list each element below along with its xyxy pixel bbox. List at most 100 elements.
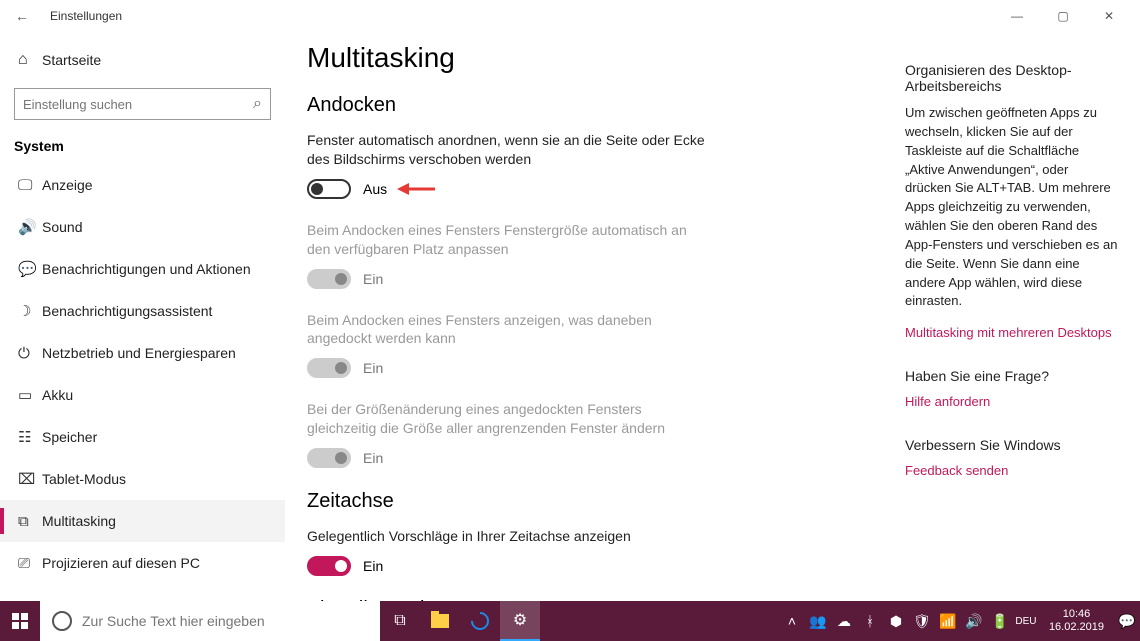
- snap-setting-2-label: Beim Andocken eines Fensters Fenstergröß…: [307, 221, 707, 259]
- sidebar-item-5-icon: ▭: [18, 386, 42, 404]
- defender-icon[interactable]: 🛡: [909, 601, 935, 641]
- help-column: Organisieren des Desktop-Arbeitsbereichs…: [905, 32, 1140, 601]
- sidebar-item-7[interactable]: ⌧Tablet-Modus: [0, 458, 285, 500]
- home-label: Startseite: [42, 52, 101, 68]
- sidebar-item-0[interactable]: 🖵Anzeige: [0, 164, 285, 206]
- dropbox-icon[interactable]: ⬢: [883, 601, 909, 641]
- sidebar-item-6[interactable]: ☷Speicher: [0, 416, 285, 458]
- sidebar-item-1[interactable]: 🔊Sound: [0, 206, 285, 248]
- snap-heading: Andocken: [307, 94, 885, 117]
- action-center-icon[interactable]: 💬: [1114, 601, 1140, 641]
- snap-toggle-4: [307, 448, 351, 468]
- sidebar-item-8[interactable]: ⧉Multitasking: [0, 500, 285, 542]
- multitasking-link[interactable]: Multitasking mit mehreren Desktops: [905, 325, 1118, 340]
- volume-icon[interactable]: 🔊: [961, 601, 987, 641]
- sidebar-item-7-label: Tablet-Modus: [42, 471, 126, 487]
- snap-toggle-2: [307, 269, 351, 289]
- sidebar-item-2[interactable]: 💬Benachrichtigungen und Aktionen: [0, 248, 285, 290]
- battery-icon[interactable]: 🔋: [987, 601, 1013, 641]
- organize-heading: Organisieren des Desktop-Arbeitsbereichs: [905, 62, 1118, 94]
- timeline-setting-1-label: Gelegentlich Vorschläge in Ihrer Zeitach…: [307, 527, 707, 546]
- organize-block: Organisieren des Desktop-Arbeitsbereichs…: [905, 62, 1118, 340]
- sidebar-group: System: [0, 130, 285, 164]
- titlebar: ← Einstellungen — ▢ ✕: [0, 0, 1140, 32]
- cortana-icon: [52, 611, 72, 631]
- snap-setting-3: Beim Andocken eines Fensters anzeigen, w…: [307, 311, 885, 379]
- snap-toggle-3-state: Ein: [363, 360, 383, 376]
- taskbar-search-input[interactable]: [82, 613, 368, 629]
- system-tray: ˄ 👥 ☁ ᚼ ⬢ 🛡 📶 🔊 🔋 DEU 10:46 16.02.2019 💬: [779, 601, 1140, 641]
- onedrive-icon[interactable]: ☁: [831, 601, 857, 641]
- sidebar-item-9-label: Projizieren auf diesen PC: [42, 555, 200, 571]
- settings-search[interactable]: ⌕: [14, 88, 271, 120]
- settings-window: ← Einstellungen — ▢ ✕ ⌂ Startseite ⌕ Sys…: [0, 0, 1140, 601]
- snap-toggle-1-state: Aus: [363, 181, 387, 197]
- main-content: Multitasking Andocken Fenster automatisc…: [285, 32, 905, 601]
- file-explorer-button[interactable]: [420, 601, 460, 641]
- sidebar-item-3-label: Benachrichtigungsassistent: [42, 303, 212, 319]
- feedback-heading: Verbessern Sie Windows: [905, 437, 1118, 453]
- snap-section: Andocken Fenster automatisch anordnen, w…: [307, 94, 885, 468]
- sidebar-item-4-label: Netzbetrieb und Energiesparen: [42, 345, 236, 361]
- tray-chevron-icon[interactable]: ˄: [779, 601, 805, 641]
- timeline-setting-1: Gelegentlich Vorschläge in Ihrer Zeitach…: [307, 527, 885, 576]
- close-button[interactable]: ✕: [1086, 0, 1132, 32]
- timeline-section: Zeitachse Gelegentlich Vorschläge in Ihr…: [307, 490, 885, 576]
- search-icon: ⌕: [253, 95, 262, 113]
- sidebar-item-9[interactable]: ⎚Projizieren auf diesen PC: [0, 542, 285, 584]
- question-block: Haben Sie eine Frage? Hilfe anfordern: [905, 368, 1118, 409]
- sidebar-item-1-label: Sound: [42, 219, 82, 235]
- task-view-button[interactable]: ⧉: [380, 601, 420, 641]
- timeline-toggle-1[interactable]: [307, 556, 351, 576]
- clock[interactable]: 10:46 16.02.2019: [1039, 608, 1114, 634]
- bluetooth-icon[interactable]: ᚼ: [857, 601, 883, 641]
- home-icon: ⌂: [18, 51, 42, 69]
- home-link[interactable]: ⌂ Startseite: [0, 40, 285, 80]
- snap-setting-4-label: Bei der Größenänderung eines angedockten…: [307, 400, 707, 438]
- snap-toggle-1[interactable]: [307, 179, 351, 199]
- snap-setting-3-label: Beim Andocken eines Fensters anzeigen, w…: [307, 311, 707, 349]
- sidebar-item-4[interactable]: ⏻Netzbetrieb und Energiesparen: [0, 332, 285, 374]
- snap-toggle-2-state: Ein: [363, 271, 383, 287]
- feedback-link[interactable]: Feedback senden: [905, 463, 1118, 478]
- people-icon[interactable]: 👥: [805, 601, 831, 641]
- snap-toggle-4-state: Ein: [363, 450, 383, 466]
- sidebar-item-2-icon: 💬: [18, 260, 42, 278]
- snap-setting-2: Beim Andocken eines Fensters Fenstergröß…: [307, 221, 885, 289]
- snap-toggle-3: [307, 358, 351, 378]
- wifi-icon[interactable]: 📶: [935, 601, 961, 641]
- sidebar-item-9-icon: ⎚: [18, 555, 42, 572]
- snap-setting-1-label: Fenster automatisch anordnen, wenn sie a…: [307, 131, 707, 169]
- body: ⌂ Startseite ⌕ System 🖵Anzeige🔊Sound💬Ben…: [0, 32, 1140, 601]
- sidebar-item-5[interactable]: ▭Akku: [0, 374, 285, 416]
- sidebar-item-4-icon: ⏻: [18, 345, 42, 362]
- timeline-heading: Zeitachse: [307, 490, 885, 513]
- help-link[interactable]: Hilfe anfordern: [905, 394, 1118, 409]
- taskbar: ⧉ ⚙ ˄ 👥 ☁ ᚼ ⬢ 🛡 📶 🔊 🔋 DEU 10:46 16.02.20…: [0, 601, 1140, 641]
- sidebar-item-7-icon: ⌧: [18, 470, 42, 488]
- search-input[interactable]: [23, 97, 253, 112]
- snap-setting-1: Fenster automatisch anordnen, wenn sie a…: [307, 131, 885, 199]
- taskbar-search[interactable]: [40, 601, 380, 641]
- settings-taskbar-button[interactable]: ⚙: [500, 601, 540, 641]
- minimize-button[interactable]: —: [994, 0, 1040, 32]
- question-heading: Haben Sie eine Frage?: [905, 368, 1118, 384]
- sidebar-item-5-label: Akku: [42, 387, 73, 403]
- language-icon[interactable]: DEU: [1013, 601, 1039, 641]
- back-button[interactable]: ←: [8, 8, 36, 24]
- maximize-button[interactable]: ▢: [1040, 0, 1086, 32]
- clock-time: 10:46: [1049, 608, 1104, 621]
- sidebar-item-3-icon: ☽: [18, 302, 42, 320]
- organize-text: Um zwischen geöffneten Apps zu wechseln,…: [905, 104, 1118, 311]
- sidebar-item-3[interactable]: ☽Benachrichtigungsassistent: [0, 290, 285, 332]
- start-button[interactable]: [0, 601, 40, 641]
- window-controls: — ▢ ✕: [994, 0, 1132, 32]
- sidebar-item-0-label: Anzeige: [42, 177, 93, 193]
- edge-button[interactable]: [460, 601, 500, 641]
- annotation-arrow: [397, 179, 437, 199]
- clock-date: 16.02.2019: [1049, 621, 1104, 634]
- sidebar-item-1-icon: 🔊: [18, 218, 42, 236]
- window-title: Einstellungen: [50, 9, 122, 23]
- sidebar: ⌂ Startseite ⌕ System 🖵Anzeige🔊Sound💬Ben…: [0, 32, 285, 601]
- sidebar-item-8-label: Multitasking: [42, 513, 116, 529]
